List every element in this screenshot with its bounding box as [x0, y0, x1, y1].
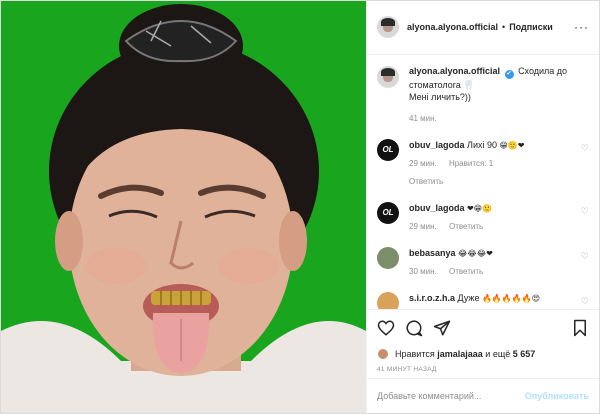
caption-time: 41 мин. — [409, 113, 437, 123]
reply-button[interactable]: Ответить — [409, 176, 589, 188]
comment-item: OL obuv_lagoda Лихі 90 😁🙂❤ 29 мин. Нрави… — [377, 138, 589, 188]
liker-avatar[interactable] — [377, 348, 389, 361]
comment-likes[interactable]: Нравится: 1 — [449, 159, 493, 168]
comment-username[interactable]: obuv_lagoda — [409, 203, 465, 213]
comment-emoji: 🔥🔥🔥🔥🔥😍 — [481, 293, 541, 303]
share-send-icon[interactable] — [433, 319, 451, 337]
comment-avatar[interactable] — [377, 246, 399, 269]
publish-button[interactable]: Опубликовать — [525, 391, 589, 401]
comment-like-heart-icon[interactable]: ♡ — [581, 143, 589, 154]
comment-input[interactable] — [377, 390, 525, 401]
verified-badge-icon: ✔ — [504, 69, 514, 79]
comment-emoji: 😂😂😂❤ — [458, 248, 493, 258]
post-timestamp[interactable]: 41 МИНУТ НАЗАД — [367, 362, 599, 378]
comment-like-heart-icon[interactable]: ♡ — [581, 251, 589, 262]
comment-text: Дуже — [457, 292, 480, 303]
likes-summary: Нравится jamalajaaa и ещё 5 657 — [367, 346, 599, 362]
post-header: alyona.alyona.official • Подписки ··· — [367, 1, 599, 55]
comment-emoji: 😁🙂❤ — [499, 140, 525, 150]
comment-avatar[interactable]: OL — [377, 138, 399, 161]
more-options-icon[interactable]: ··· — [574, 20, 589, 34]
caption-body: alyona.alyona.official ✔ Сходила до стом… — [409, 65, 567, 125]
instagram-post-window: alyona.alyona.official • Подписки ··· al… — [0, 0, 600, 414]
like-heart-icon[interactable] — [377, 319, 395, 337]
portrait-image — [1, 1, 366, 413]
comment-meta: 29 мин. Ответить — [409, 221, 589, 233]
comment-avatar[interactable] — [377, 291, 399, 309]
liker-username[interactable]: jamalajaaa — [437, 349, 483, 359]
comment-bubble-icon[interactable] — [405, 319, 423, 337]
comment-emoji: ❤😁🙂 — [467, 203, 493, 213]
comment-time: 30 мин. — [409, 266, 437, 276]
comment-item: bebasanya 😂😂😂❤ 30 мин. Ответить ♡ — [377, 246, 589, 278]
comment-like-heart-icon[interactable]: ♡ — [581, 206, 589, 217]
comment-username[interactable]: obuv_lagoda — [409, 140, 465, 150]
author-avatar[interactable] — [377, 16, 399, 39]
comment-text: Лихі 90 — [467, 139, 497, 150]
add-comment-bar: Опубликовать — [367, 377, 599, 413]
comment-meta: 30 мин. Ответить — [409, 266, 589, 278]
comment-body: obuv_lagoda ❤😁🙂 29 мин. Ответить — [409, 202, 589, 233]
comment-body: obuv_lagoda Лихі 90 😁🙂❤ 29 мин. Нравится… — [409, 139, 589, 188]
following-button[interactable]: Подписки — [509, 22, 553, 32]
reply-button[interactable]: Ответить — [449, 267, 483, 276]
caption-text-line1: Сходила до — [518, 65, 568, 76]
comment-time: 29 мин. — [409, 221, 437, 231]
comment-username[interactable]: s.i.r.o.z.h.a — [409, 293, 455, 303]
comment-username[interactable]: bebasanya — [409, 248, 456, 258]
comment-like-heart-icon[interactable]: ♡ — [581, 296, 589, 307]
caption-username[interactable]: alyona.alyona.official — [409, 66, 500, 76]
comment-item: s.i.r.o.z.h.a Дуже 🔥🔥🔥🔥🔥😍 ♡ — [377, 291, 589, 309]
comment-avatar[interactable]: OL — [377, 201, 399, 224]
post-photo[interactable] — [1, 1, 366, 413]
comment-body: bebasanya 😂😂😂❤ 30 мин. Ответить — [409, 247, 589, 278]
likes-middle: и ещё — [485, 349, 511, 360]
separator-dot: • — [502, 22, 506, 33]
save-bookmark-icon[interactable] — [571, 319, 589, 337]
likes-count[interactable]: 5 657 — [513, 349, 536, 359]
likes-prefix: Нравится — [395, 349, 435, 360]
comment-meta: 29 мин. Нравится: 1 — [409, 158, 589, 170]
comments-list[interactable]: alyona.alyona.official ✔ Сходила до стом… — [367, 55, 599, 309]
reply-button[interactable]: Ответить — [449, 222, 483, 231]
comment-item: OL obuv_lagoda ❤😁🙂 29 мин. Ответить ♡ — [377, 201, 589, 233]
comment-time: 29 мин. — [409, 158, 437, 168]
caption-avatar[interactable] — [377, 65, 399, 88]
caption-text-line2: стоматолога 🦷 — [409, 79, 475, 90]
caption-text-line3: Мені личить?)) — [409, 91, 471, 102]
post-actions-bar — [367, 308, 599, 346]
comment-body: s.i.r.o.z.h.a Дуже 🔥🔥🔥🔥🔥😍 — [409, 292, 589, 305]
post-side-panel: alyona.alyona.official • Подписки ··· al… — [366, 1, 599, 413]
post-caption: alyona.alyona.official ✔ Сходила до стом… — [377, 65, 589, 125]
author-username[interactable]: alyona.alyona.official — [407, 22, 498, 32]
